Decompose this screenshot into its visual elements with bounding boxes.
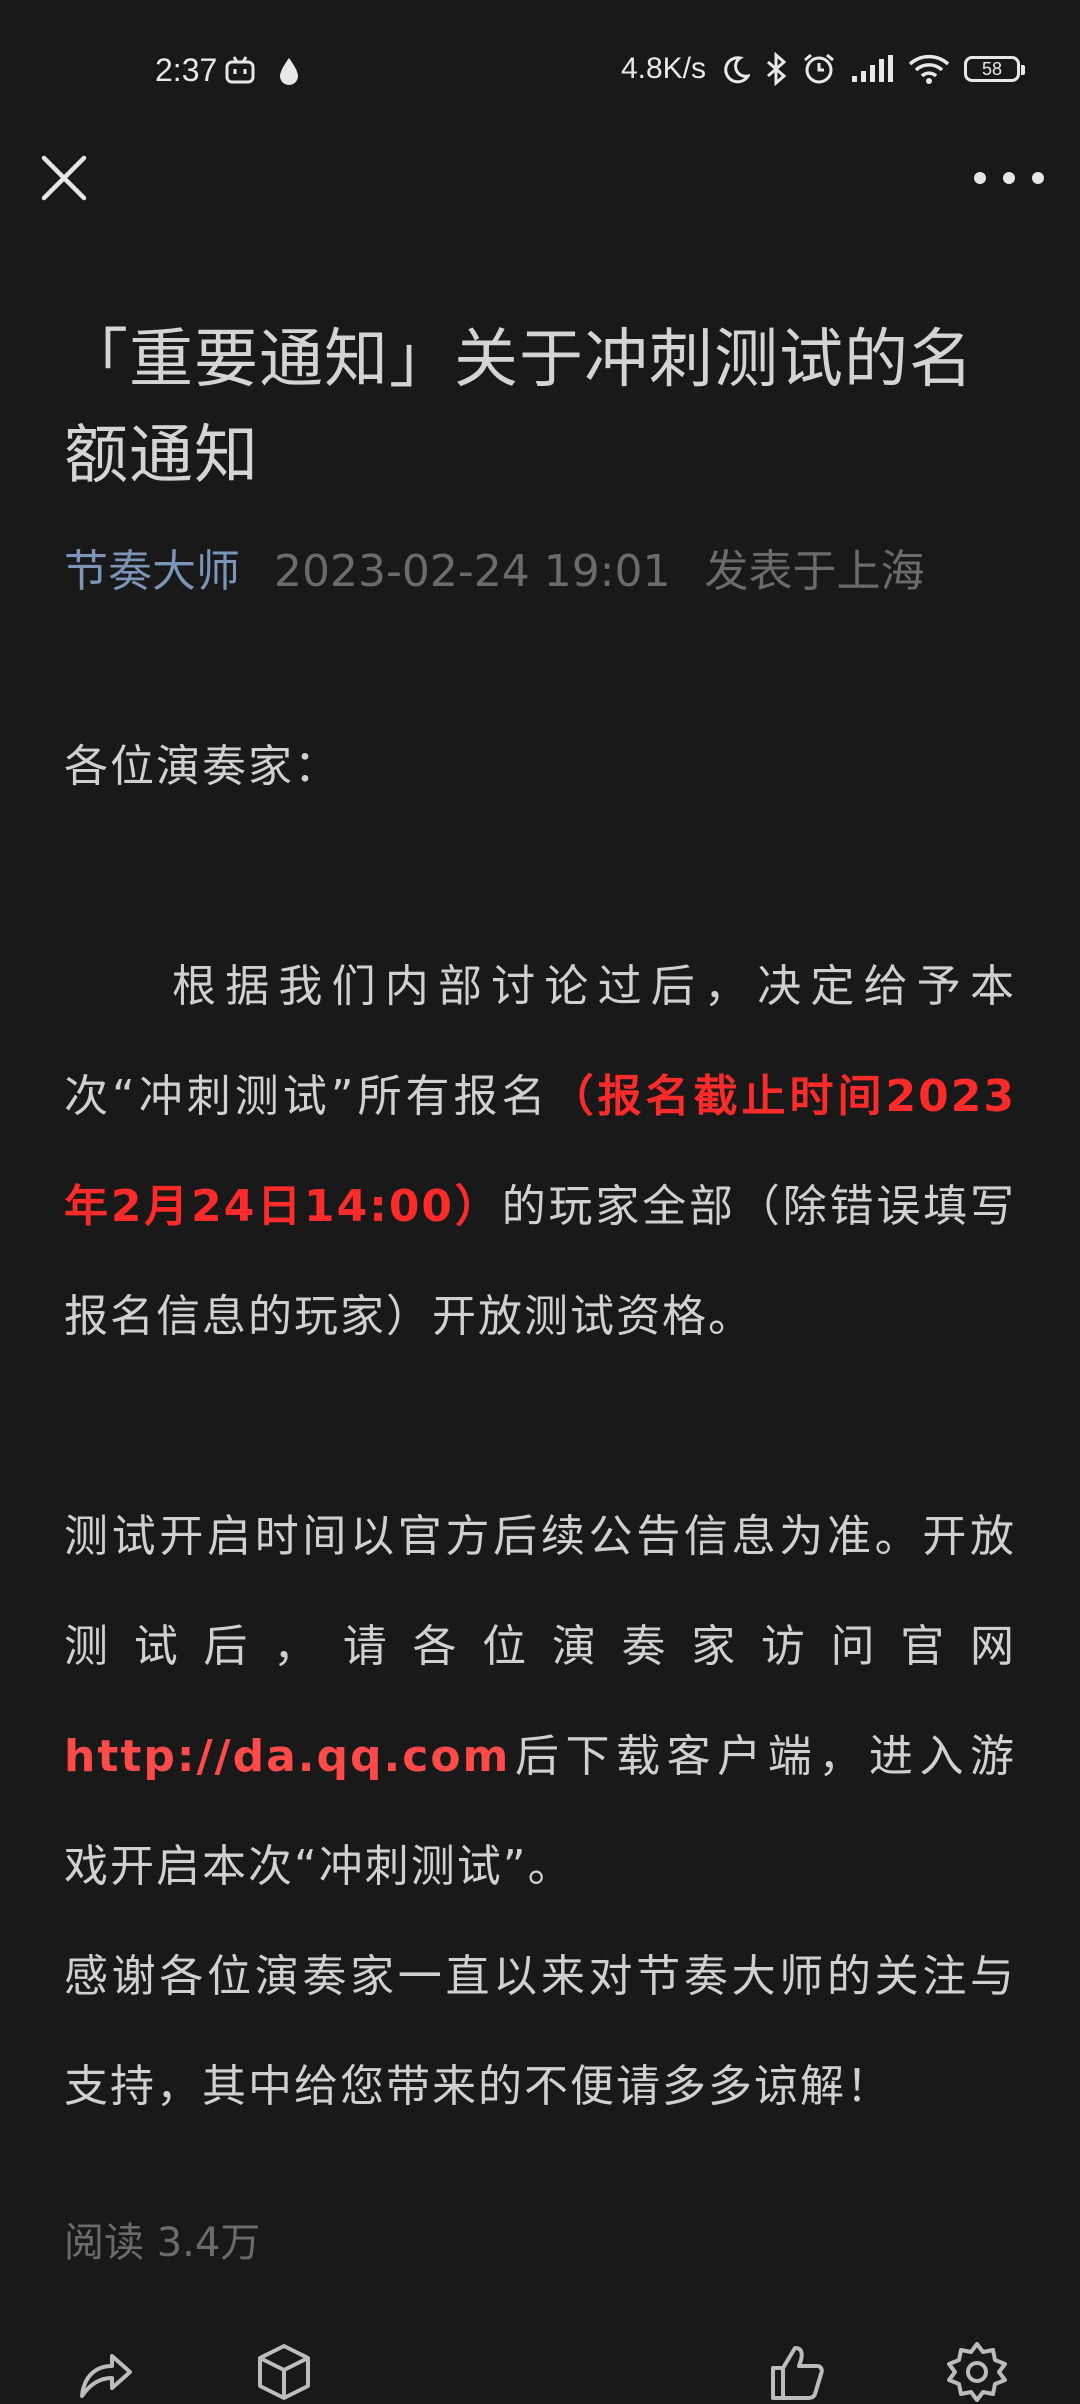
greeting: 各位演奏家：	[64, 741, 340, 792]
status-left-icons	[225, 56, 301, 86]
battery-icon: 58	[964, 56, 1025, 82]
box-icon[interactable]	[252, 2340, 316, 2404]
article-title: 「重要通知」关于冲刺测试的名额通知	[64, 323, 974, 493]
battery-level: 58	[981, 58, 1003, 79]
alarm-icon	[804, 53, 834, 84]
more-button[interactable]	[974, 160, 1044, 196]
paragraph-2: 测试开启时间以官方后续公告信息为准。开放测试后，请各位演奏家访问官网 http:/…	[64, 1482, 1016, 1922]
article-meta: 节奏大师 2023-02-24 19:01 发表于上海	[64, 542, 1016, 602]
more-icon-dot	[1032, 172, 1044, 184]
status-bar: 2:37 4.8K/s 58	[0, 0, 1080, 150]
paragraph-3: 感谢各位演奏家一直以来对节奏大师的关注与支持，其中给您带来的不便请多多谅解！	[64, 1951, 1016, 2112]
close-button[interactable]	[36, 150, 92, 206]
moon-icon	[724, 56, 750, 84]
more-icon-dot	[1003, 172, 1015, 184]
status-right-group: 4.8K/s 58	[620, 52, 1025, 86]
settings-icon[interactable]	[945, 2340, 1009, 2404]
paragraph-1: 根据我们内部讨论过后，决定给予本次“冲刺测试”所有报名（报名截止时间2023年2…	[64, 932, 1016, 1372]
author-link[interactable]: 节奏大师	[64, 546, 240, 597]
like-icon[interactable]	[765, 2340, 829, 2404]
drop-icon	[280, 58, 298, 85]
read-count: 阅读 3.4万	[64, 2220, 261, 2266]
paragraph-2-text-a: 测试开启时间以官方后续公告信息为准。开放测试后，请各位演奏家访问官网	[64, 1511, 1016, 1672]
signal-icon	[852, 55, 893, 82]
article-body: 各位演奏家： 根据我们内部讨论过后，决定给予本次“冲刺测试”所有报名（报名截止时…	[64, 712, 1016, 2142]
article: 「重要通知」关于冲刺测试的名额通知 节奏大师 2023-02-24 19:01 发表…	[64, 312, 1016, 2142]
publish-date: 2023-02-24 19:01	[274, 546, 671, 597]
network-speed: 4.8K/s	[620, 52, 706, 85]
publish-location: 发表于上海	[704, 546, 925, 597]
bluetooth-icon	[767, 52, 787, 86]
close-icon	[41, 155, 87, 201]
wifi-icon	[908, 54, 950, 84]
more-icon-dot	[974, 172, 986, 184]
bilibili-icon	[225, 56, 255, 84]
official-site-link[interactable]: http://da.qq.com	[64, 1731, 510, 1782]
status-time: 2:37	[155, 52, 218, 88]
bottom-action-bar	[0, 2330, 1080, 2402]
share-icon[interactable]	[72, 2340, 136, 2404]
